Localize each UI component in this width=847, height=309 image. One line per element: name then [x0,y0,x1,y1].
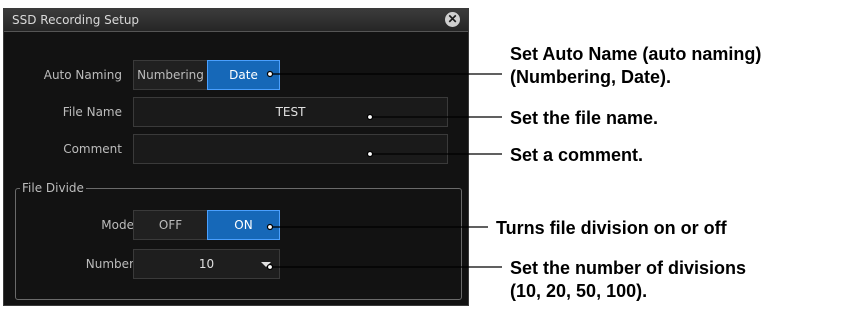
note-file-name: Set the file name. [510,108,659,128]
note-number-line2: (10, 20, 50, 100). [510,281,648,301]
callout-dot-file-name [366,113,374,121]
callout-dot-mode [266,223,274,231]
note-auto-name-line1: Set Auto Name (auto naming) [510,44,762,64]
callout-dot-auto-name [266,70,274,78]
callout-dot-number [266,263,274,271]
note-comment: Set a comment. [510,145,644,165]
note-number-line1: Set the number of divisions [510,258,747,278]
note-mode: Turns file division on or off [496,218,727,238]
callout-dot-comment [366,150,374,158]
note-auto-name-line2: (Numbering, Date). [510,67,672,87]
